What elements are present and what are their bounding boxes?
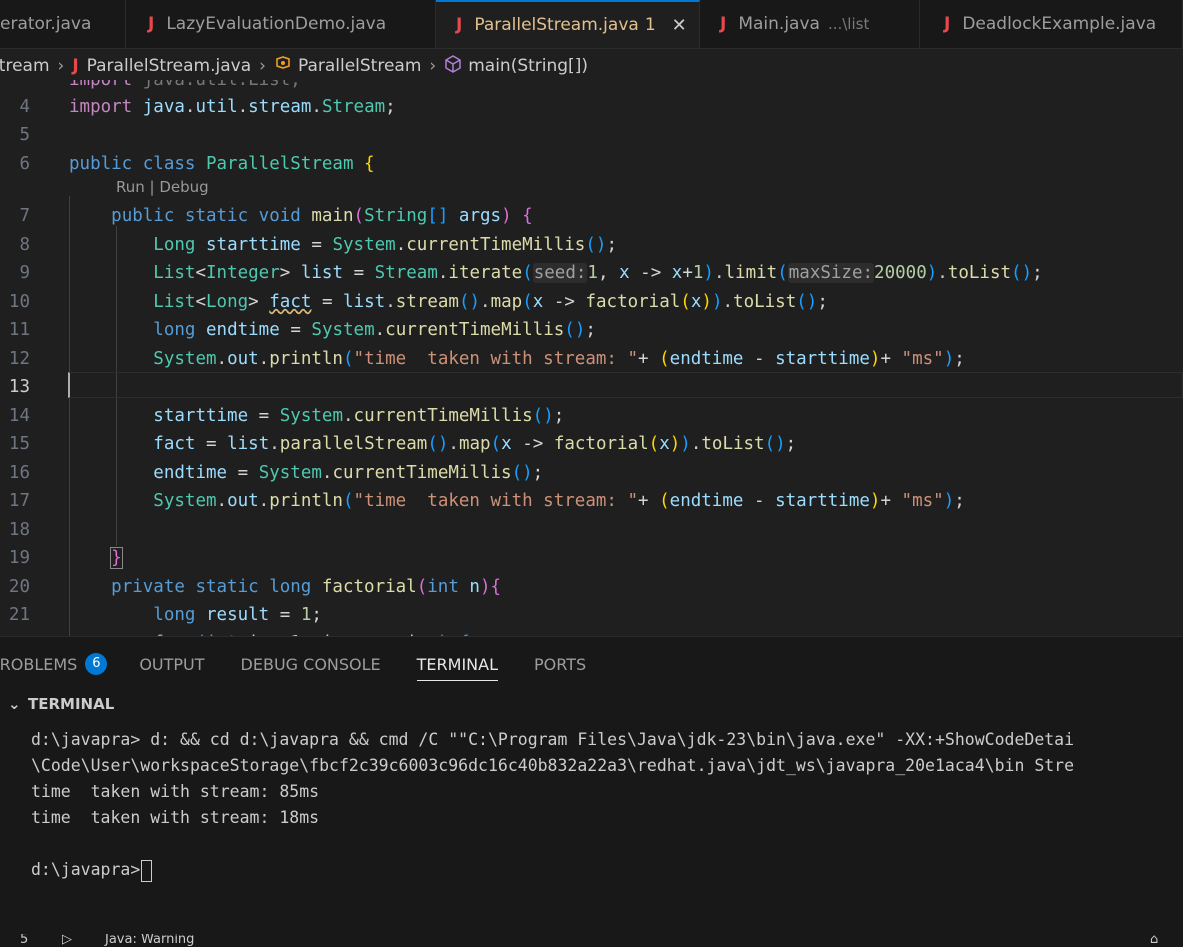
tab-deadlockexample[interactable]: J DeadlockExample.java: [920, 0, 1183, 48]
bottom-panel: PROBLEMS 6 OUTPUT DEBUG CONSOLE TERMINAL…: [0, 636, 1183, 947]
problems-badge: 6: [85, 653, 108, 675]
code-line: 12 System.out.println("time taken with s…: [8, 349, 965, 369]
codelens-run-debug[interactable]: Run | Debug: [116, 178, 209, 196]
tab-parallelstream[interactable]: J ParallelStream.java 1 ✕: [436, 0, 700, 48]
problem-count: 1: [644, 15, 656, 35]
code-line: 19 }: [8, 547, 123, 569]
status-bar: 5 ▷ Java: Warning ⌂: [0, 934, 1183, 946]
code-line: 6 public class ParallelStream {: [19, 154, 375, 174]
chevron-right-icon: ›: [259, 56, 266, 76]
tab-problems[interactable]: PROBLEMS 6: [0, 637, 108, 691]
status-errors[interactable]: 5: [20, 934, 28, 946]
code-line: 15 fact = list.parallelStream().map(x ->…: [8, 434, 797, 454]
code-line: 7 public static void main(String[] args)…: [19, 206, 533, 226]
java-file-icon: J: [148, 14, 155, 34]
code-editor[interactable]: import java.util.List; 4 import java.util…: [0, 80, 1183, 636]
code-line: 4 import java.util.stream.Stream;: [19, 97, 396, 117]
code-line: for (int i = 1; i <= n; i++) {: [0, 629, 1183, 636]
tab-label: ParallelStream.java: [474, 15, 639, 35]
breadcrumb-folder[interactable]: Stream: [0, 56, 50, 76]
terminal-line: \Code\User\workspaceStorage\fbcf2c39c600…: [31, 756, 1075, 775]
java-file-icon: J: [944, 14, 951, 34]
terminal-line: time taken with stream: 85ms: [31, 782, 320, 801]
tab-lazyevaluationdemo[interactable]: J LazyEvaluationDemo.java: [126, 0, 436, 48]
code-line: 14 starttime = System.currentTimeMillis(…: [8, 406, 565, 426]
tab-debug-console[interactable]: DEBUG CONSOLE: [241, 637, 381, 691]
editor-tab-bar: erator.java J LazyEvaluationDemo.java J …: [0, 0, 1183, 49]
breadcrumb-file[interactable]: ParallelStream.java: [87, 56, 251, 76]
breadcrumb-class[interactable]: ParallelStream: [298, 56, 421, 76]
panel-tabs: PROBLEMS 6 OUTPUT DEBUG CONSOLE TERMINAL…: [0, 637, 622, 691]
tab-main[interactable]: J Main.java ...\list: [700, 0, 920, 48]
chevron-down-icon: ⌄: [8, 695, 21, 713]
tab-ports[interactable]: PORTS: [534, 637, 586, 691]
breadcrumb-method[interactable]: main(String[]): [468, 56, 588, 76]
code-line: 9 List<Integer> list = Stream.iterate(se…: [19, 263, 1043, 283]
code-line: 11 long endtime = System.currentTimeMill…: [8, 320, 596, 340]
code-line: 21 long result = 1;: [8, 605, 322, 625]
tab-output[interactable]: OUTPUT: [139, 637, 204, 691]
code-line: 8 Long starttime = System.currentTimeMil…: [19, 235, 617, 255]
notification-icon[interactable]: ⌂: [1150, 934, 1158, 946]
terminal-cursor: [141, 859, 153, 882]
code-line: 5: [19, 125, 30, 145]
code-line: 17 System.out.println("time taken with s…: [8, 491, 965, 511]
class-icon: [274, 55, 292, 77]
close-icon[interactable]: ✕: [672, 15, 687, 36]
code-line: 16 endtime = System.currentTimeMillis();: [8, 463, 544, 483]
tab-label: LazyEvaluationDemo.java: [166, 14, 387, 34]
code-line: 20 private static long factorial(int n){: [8, 577, 502, 597]
breadcrumb: Stream › J ParallelStream.java › Paralle…: [0, 52, 1183, 80]
code-line: import java.util.List;: [69, 80, 301, 90]
method-icon: [444, 54, 462, 78]
tab-label: erator.java: [0, 14, 92, 34]
chevron-right-icon: ›: [429, 56, 437, 76]
chevron-right-icon: ›: [57, 56, 65, 76]
terminal-section-header[interactable]: ⌄ TERMINAL: [8, 695, 114, 713]
tab-path-hint: ...\list: [827, 15, 870, 33]
tab-iterator[interactable]: erator.java: [0, 0, 126, 48]
terminal-line: d:\javapra> d: && cd d:\javapra && cmd /…: [31, 730, 1075, 749]
terminal-line: time taken with stream: 18ms: [31, 808, 320, 827]
java-file-icon: J: [456, 15, 463, 35]
terminal-output[interactable]: d:\javapra> d: && cd d:\javapra && cmd /…: [31, 727, 1074, 883]
java-file-icon: J: [72, 56, 79, 76]
code-line-current: 13: [8, 377, 30, 397]
status-java[interactable]: Java: Warning: [105, 934, 194, 946]
play-icon[interactable]: ▷: [62, 934, 72, 946]
code-line: 18: [8, 520, 30, 540]
tab-terminal[interactable]: TERMINAL: [416, 637, 499, 691]
tab-label: DeadlockExample.java: [962, 14, 1157, 34]
terminal-prompt-line: d:\javapra>: [31, 857, 1074, 883]
tab-label: Main.java: [738, 14, 820, 34]
code-line: 10 List<Long> fact = list.stream().map(x…: [8, 292, 828, 312]
java-file-icon: J: [720, 14, 727, 34]
